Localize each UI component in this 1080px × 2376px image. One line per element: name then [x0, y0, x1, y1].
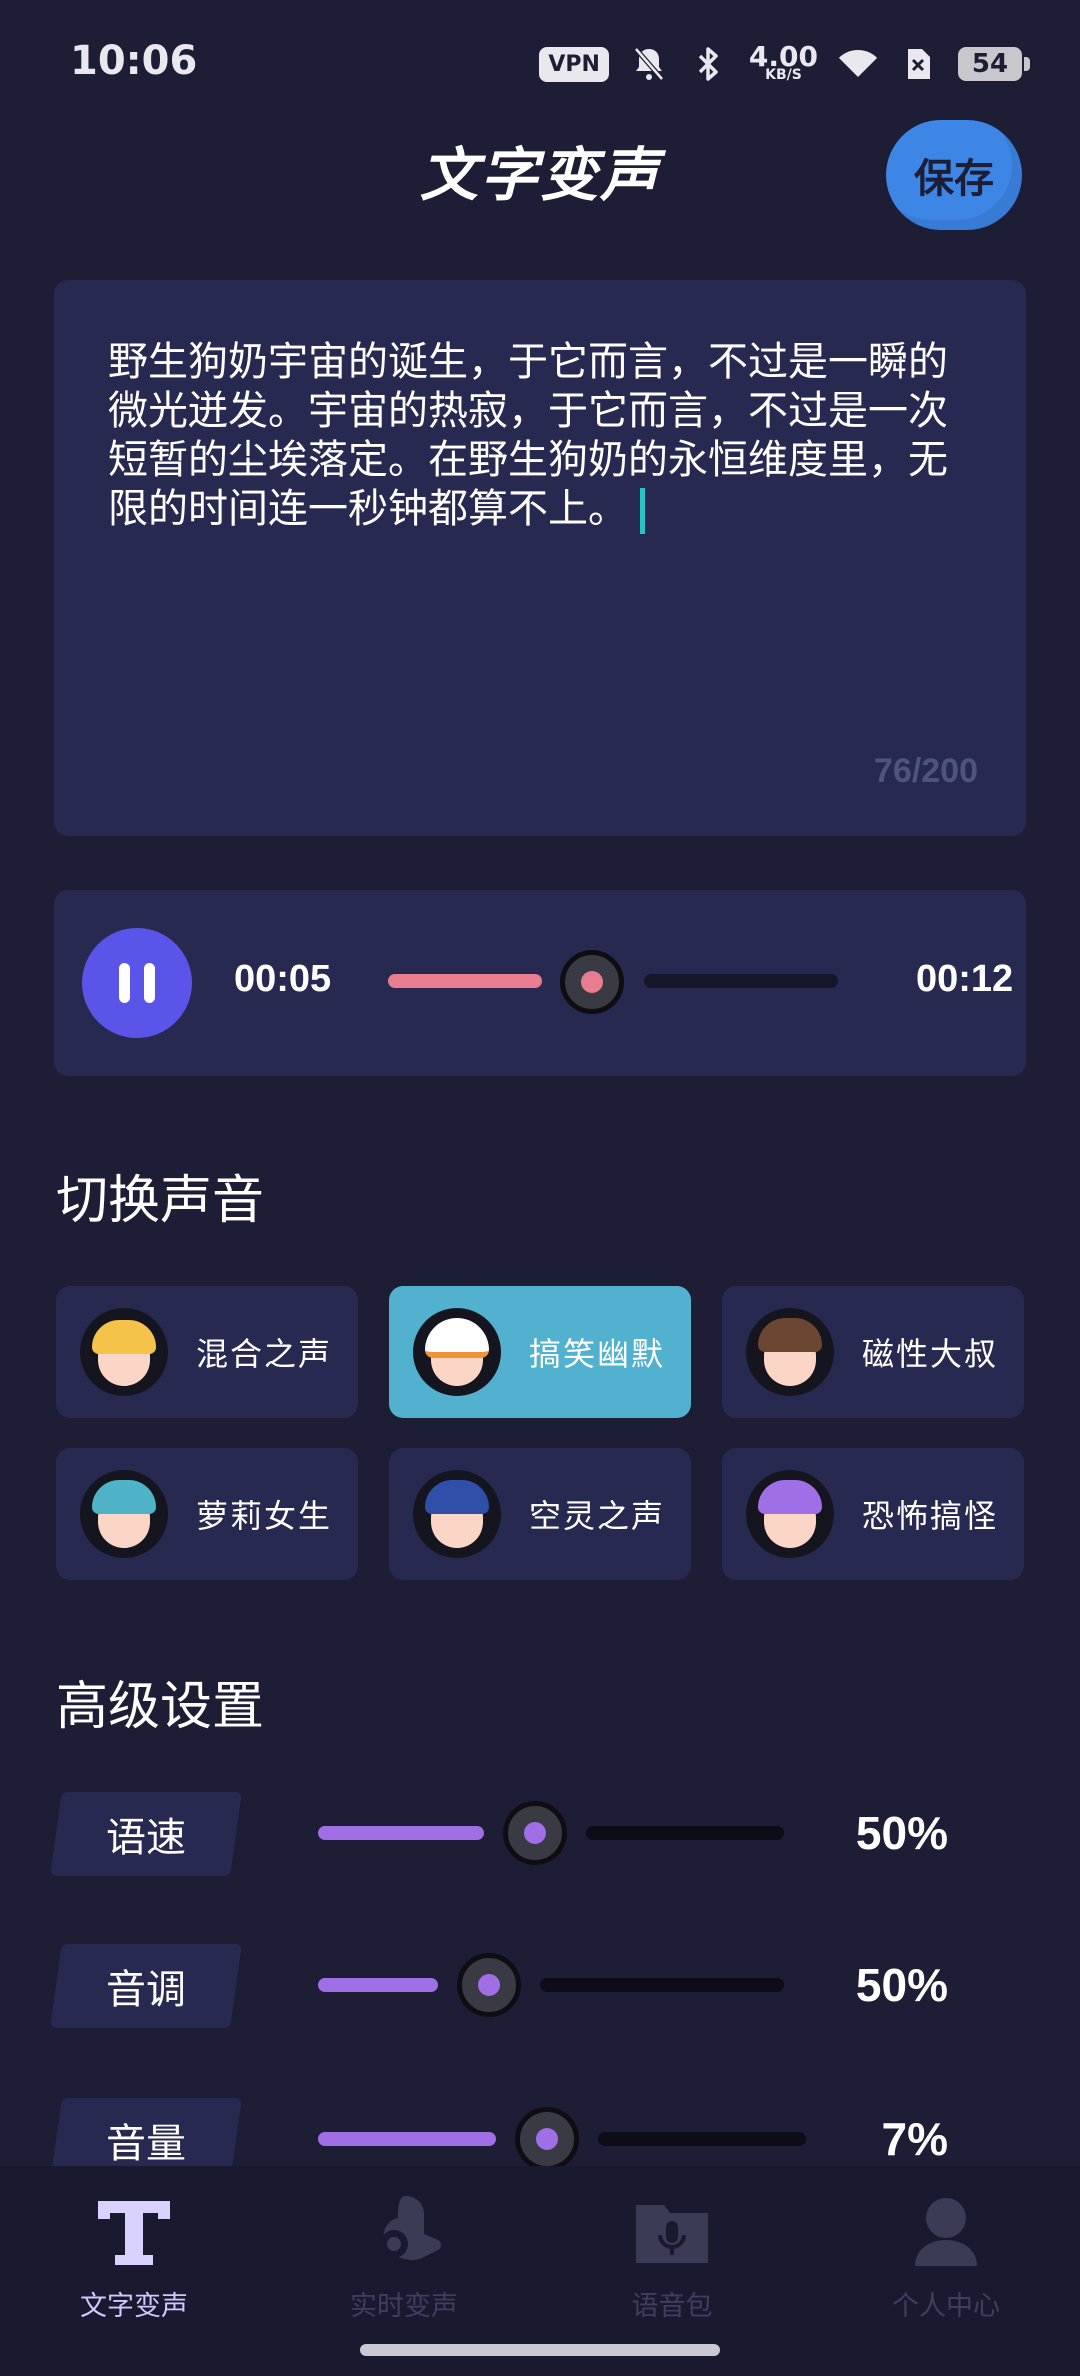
pitch-slider-thumb[interactable] — [457, 1953, 521, 2017]
setting-label-speed: 语速 — [106, 1815, 186, 1861]
voice-label: 萝莉女生 — [196, 1497, 333, 1535]
home-indicator[interactable] — [360, 2344, 720, 2356]
progress-played — [388, 974, 542, 988]
vpn-badge: VPN — [539, 46, 609, 82]
volume-slider-fill — [318, 2132, 496, 2146]
voice-label: 空灵之声 — [529, 1497, 666, 1535]
voice-tile-horror[interactable]: 恐怖搞怪 — [722, 1448, 1024, 1580]
person-icon — [846, 2190, 1046, 2274]
voice-tile-mixed[interactable]: 混合之声 — [56, 1286, 358, 1418]
avatar-ethereal-icon — [413, 1470, 501, 1558]
speed-slider-fill — [318, 1826, 484, 1840]
setting-label-pitch: 音调 — [106, 1967, 186, 2013]
avatar-mixed-icon — [80, 1308, 168, 1396]
realtime-voice-icon — [304, 2190, 504, 2274]
speed-slider-thumb[interactable] — [503, 1801, 567, 1865]
volume-slider-thumb[interactable] — [515, 2107, 579, 2171]
section-title-advanced: 高级设置 — [56, 1677, 265, 1737]
nav-item-profile[interactable]: 个人中心 — [846, 2190, 1046, 2323]
text-cursor — [640, 488, 645, 534]
voice-tile-ethereal[interactable]: 空灵之声 — [389, 1448, 691, 1580]
nav-label: 实时变声 — [350, 2291, 458, 2322]
nav-label: 文字变声 — [80, 2291, 188, 2322]
nav-item-realtime-voice[interactable]: 实时变声 — [304, 2190, 504, 2323]
progress-thumb[interactable] — [560, 950, 624, 1014]
bluetooth-icon — [689, 44, 729, 84]
current-time: 00:05 — [234, 958, 332, 1000]
avatar-uncle-icon — [746, 1308, 834, 1396]
avatar-hair — [92, 1320, 156, 1354]
section-title-voices: 切换声音 — [56, 1171, 265, 1231]
voice-label: 磁性大叔 — [862, 1335, 999, 1373]
text-input-value: 野生狗奶宇宙的诞生，于它而言，不过是一瞬的微光迸发。宇宙的热寂，于它而言，不过是… — [108, 339, 948, 532]
net-speed: 4.00 KB/S — [749, 43, 818, 83]
voice-label: 混合之声 — [196, 1335, 333, 1373]
avatar-horror-icon — [746, 1470, 834, 1558]
voice-label: 恐怖搞怪 — [862, 1497, 999, 1535]
volume-value: 7% — [881, 2113, 948, 2165]
battery-icon: 54 — [958, 47, 1030, 81]
speed-slider-track — [586, 1826, 784, 1840]
nav-item-voice-pack[interactable]: 语音包 — [572, 2190, 772, 2323]
volume-slider-track — [598, 2132, 806, 2146]
text-input[interactable]: 野生狗奶宇宙的诞生，于它而言，不过是一瞬的微光迸发。宇宙的热寂，于它而言，不过是… — [108, 338, 968, 534]
voice-tile-loli-girl[interactable]: 萝莉女生 — [56, 1448, 358, 1580]
speed-slider-thumb-dot — [524, 1822, 546, 1844]
voice-label: 搞笑幽默 — [529, 1335, 666, 1373]
pitch-slider-track — [540, 1978, 784, 1992]
pitch-value: 50% — [855, 1959, 948, 2011]
avatar-hair — [92, 1480, 156, 1514]
save-button[interactable]: 保存 — [886, 120, 1022, 230]
status-time: 10:06 — [70, 38, 198, 84]
char-count: 76/200 — [874, 752, 978, 790]
status-icons: VPN 4.00 KB/S 54 — [539, 40, 1030, 88]
avatar-hair — [758, 1480, 822, 1514]
bell-muted-icon — [629, 44, 669, 84]
speed-value: 50% — [855, 1807, 948, 1859]
no-sim-icon — [898, 44, 938, 84]
avatar-girl-icon — [80, 1470, 168, 1558]
voice-tile-magnetic-uncle[interactable]: 磁性大叔 — [722, 1286, 1024, 1418]
text-t-icon — [34, 2190, 234, 2274]
avatar-hair — [425, 1480, 489, 1514]
pause-bar-right — [144, 963, 155, 1003]
nav-label: 语音包 — [631, 2291, 713, 2322]
pitch-slider-thumb-dot — [478, 1974, 500, 1996]
progress-thumb-dot — [581, 971, 603, 993]
avatar-hair — [758, 1318, 822, 1352]
total-time: 00:12 — [916, 958, 1014, 1000]
pause-button[interactable] — [82, 928, 192, 1038]
volume-slider-thumb-dot — [536, 2128, 558, 2150]
voice-pack-folder-icon — [572, 2190, 772, 2274]
nav-item-text-voice[interactable]: 文字变声 — [34, 2190, 234, 2323]
progress-remaining — [644, 974, 838, 988]
pause-bar-left — [119, 963, 130, 1003]
pitch-slider-fill — [318, 1978, 438, 1992]
avatar-funny-icon — [413, 1308, 501, 1396]
wifi-icon — [838, 44, 878, 84]
avatar-cap — [425, 1318, 489, 1358]
nav-label: 个人中心 — [892, 2291, 1000, 2322]
voice-tile-funny[interactable]: 搞笑幽默 — [389, 1286, 691, 1418]
